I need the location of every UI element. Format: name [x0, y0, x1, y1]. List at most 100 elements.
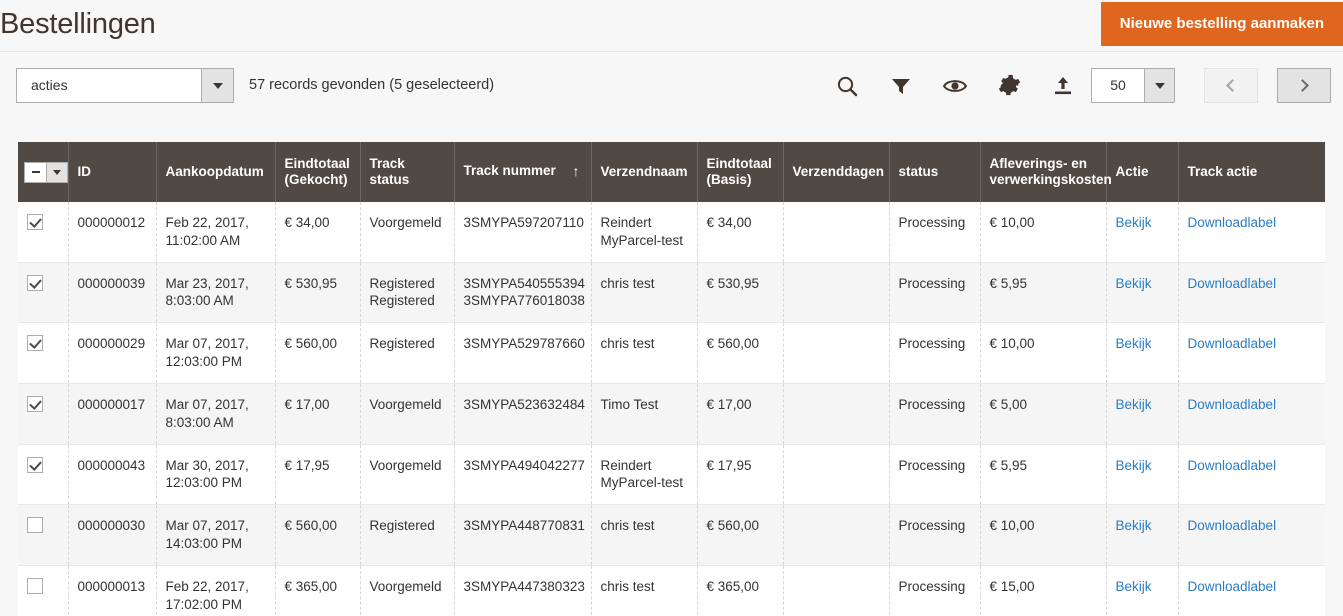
column-header-aankoopdatum[interactable]: Aankoopdatum — [156, 142, 275, 202]
column-header-eindtotaal-basis[interactable]: Eindtotaal (Basis) — [697, 142, 783, 202]
download-label-line: label — [1248, 518, 1277, 533]
shipping-name-line: chris test — [601, 275, 688, 293]
cell-verzendnaam: chris test — [591, 323, 697, 384]
row-checkbox[interactable] — [27, 335, 43, 351]
gear-icon[interactable] — [982, 68, 1036, 103]
cell-track-status: Registered — [360, 323, 454, 384]
download-label-link[interactable]: Downloadlabel — [1188, 336, 1277, 351]
cell-verzenddagen — [783, 565, 889, 616]
cell-eindtotaal-gekocht: € 530,95 — [275, 262, 360, 323]
filter-icon[interactable] — [874, 68, 928, 103]
mass-actions-select[interactable]: acties — [16, 68, 234, 103]
track-status-line: Voorgemeld — [370, 457, 445, 475]
column-header-id[interactable]: ID — [68, 142, 156, 202]
column-header-verzenddagen[interactable]: Verzenddagen — [783, 142, 889, 202]
column-header-track-nummer[interactable]: ↑ Track nummer — [454, 142, 591, 202]
cell-status: Processing — [889, 565, 980, 616]
cell-kosten: € 5,95 — [980, 262, 1106, 323]
cell-aankoopdatum: Mar 07, 2017,12:03:00 PM — [156, 323, 275, 384]
cell-eindtotaal-basis: € 17,00 — [697, 383, 783, 444]
date-line: 8:03:00 AM — [166, 292, 266, 310]
orders-table: ID Aankoopdatum Eindtotaal (Gekocht) Tra… — [18, 142, 1325, 616]
export-icon[interactable] — [1036, 68, 1090, 103]
view-order-link[interactable]: Bekijk — [1116, 336, 1152, 351]
view-order-link[interactable]: Bekijk — [1116, 458, 1152, 473]
cell-track-actie: Downloadlabel — [1178, 565, 1325, 616]
select-all-dropdown-icon[interactable] — [46, 163, 67, 182]
table-row[interactable]: 000000030Mar 07, 2017,14:03:00 PM€ 560,0… — [18, 505, 1325, 566]
table-row[interactable]: 000000017Mar 07, 2017,8:03:00 AM€ 17,00V… — [18, 383, 1325, 444]
column-header-track-nummer-label: Track nummer — [464, 163, 556, 178]
table-row[interactable]: 000000043Mar 30, 2017,12:03:00 PM€ 17,95… — [18, 444, 1325, 505]
column-header-kosten[interactable]: Afleverings- en verwerkingskosten — [980, 142, 1106, 202]
cell-verzenddagen — [783, 383, 889, 444]
search-icon[interactable] — [820, 68, 874, 103]
row-checkbox[interactable] — [27, 214, 43, 230]
mass-actions-value: acties — [17, 69, 201, 102]
download-label-link[interactable]: Downloadlabel — [1188, 215, 1277, 230]
column-header-eindtotaal-gekocht[interactable]: Eindtotaal (Gekocht) — [275, 142, 360, 202]
track-number-line: 3SMYPA523632484 — [464, 396, 582, 414]
cell-verzendnaam: chris test — [591, 505, 697, 566]
cell-status: Processing — [889, 444, 980, 505]
date-line: 12:03:00 PM — [166, 474, 266, 492]
select-all-checkbox[interactable] — [25, 163, 46, 182]
cell-id: 000000039 — [68, 262, 156, 323]
view-order-link[interactable]: Bekijk — [1116, 397, 1152, 412]
cell-kosten: € 10,00 — [980, 202, 1106, 262]
eye-icon[interactable] — [928, 68, 982, 103]
track-status-line: Voorgemeld — [370, 396, 445, 414]
cell-eindtotaal-basis: € 560,00 — [697, 505, 783, 566]
cell-track-status: Voorgemeld — [360, 565, 454, 616]
select-all-control[interactable] — [24, 162, 68, 183]
table-row[interactable]: 000000013Feb 22, 2017,17:02:00 PM€ 365,0… — [18, 565, 1325, 616]
cell-track-status: Registered — [360, 505, 454, 566]
view-order-link[interactable]: Bekijk — [1116, 276, 1152, 291]
table-row[interactable]: 000000012Feb 22, 2017,11:02:00 AM€ 34,00… — [18, 202, 1325, 262]
chevron-right-icon — [1296, 79, 1309, 92]
row-select-cell — [18, 262, 68, 323]
column-header-track-actie[interactable]: Track actie — [1178, 142, 1325, 202]
download-label-link[interactable]: Downloadlabel — [1188, 518, 1277, 533]
cell-eindtotaal-gekocht: € 365,00 — [275, 565, 360, 616]
track-status-line: Registered — [370, 517, 445, 535]
view-order-link[interactable]: Bekijk — [1116, 215, 1152, 230]
table-header-row: ID Aankoopdatum Eindtotaal (Gekocht) Tra… — [18, 142, 1325, 202]
cell-id: 000000029 — [68, 323, 156, 384]
download-label-line: label — [1248, 276, 1277, 291]
previous-page-button[interactable] — [1204, 68, 1258, 103]
track-status-line: Voorgemeld — [370, 578, 445, 596]
cell-eindtotaal-gekocht: € 560,00 — [275, 323, 360, 384]
sort-ascending-icon: ↑ — [573, 163, 580, 180]
cell-eindtotaal-basis: € 365,00 — [697, 565, 783, 616]
grid-toolbar: acties 57 records gevonden (5 geselectee… — [0, 52, 1343, 118]
cell-status: Processing — [889, 323, 980, 384]
next-page-button[interactable] — [1277, 68, 1331, 103]
download-label-link[interactable]: Downloadlabel — [1188, 397, 1277, 412]
cell-eindtotaal-gekocht: € 34,00 — [275, 202, 360, 262]
column-header-status[interactable]: status — [889, 142, 980, 202]
column-header-track-status[interactable]: Track status — [360, 142, 454, 202]
view-order-link[interactable]: Bekijk — [1116, 518, 1152, 533]
table-row[interactable]: 000000039Mar 23, 2017,8:03:00 AM€ 530,95… — [18, 262, 1325, 323]
cell-eindtotaal-basis: € 17,95 — [697, 444, 783, 505]
cell-actie: Bekijk — [1106, 383, 1178, 444]
column-header-verzendnaam[interactable]: Verzendnaam — [591, 142, 697, 202]
cell-eindtotaal-gekocht: € 17,00 — [275, 383, 360, 444]
table-row[interactable]: 000000029Mar 07, 2017,12:03:00 PM€ 560,0… — [18, 323, 1325, 384]
page-size-value: 50 — [1092, 69, 1144, 102]
new-order-button[interactable]: Nieuwe bestelling aanmaken — [1101, 2, 1343, 46]
row-checkbox[interactable] — [27, 275, 43, 291]
download-label-link[interactable]: Downloadlabel — [1188, 458, 1277, 473]
column-header-actie[interactable]: Actie — [1106, 142, 1178, 202]
row-checkbox[interactable] — [27, 396, 43, 412]
row-checkbox[interactable] — [27, 578, 43, 594]
cell-actie: Bekijk — [1106, 262, 1178, 323]
row-checkbox[interactable] — [27, 517, 43, 533]
download-label-link[interactable]: Downloadlabel — [1188, 579, 1277, 594]
view-order-link[interactable]: Bekijk — [1116, 579, 1152, 594]
download-label-link[interactable]: Downloadlabel — [1188, 276, 1277, 291]
cell-status: Processing — [889, 505, 980, 566]
page-size-select[interactable]: 50 — [1091, 68, 1175, 103]
row-checkbox[interactable] — [27, 457, 43, 473]
